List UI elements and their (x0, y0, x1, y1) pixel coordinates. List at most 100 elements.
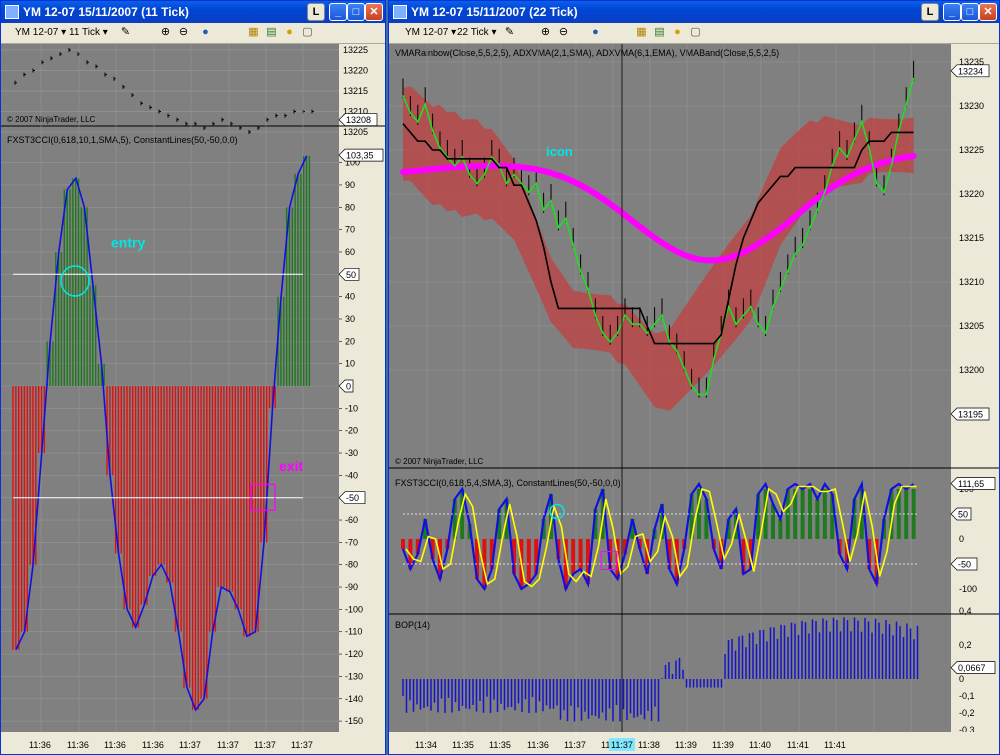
cci-tick-label: 30 (345, 314, 355, 324)
bop-tick-label: -0,1 (959, 691, 975, 701)
price-tick-label: 13205 (343, 127, 368, 137)
strategy-icon[interactable]: ▤ (265, 26, 278, 39)
price-tick-label: 13230 (959, 101, 984, 111)
low-badge: 13195 (958, 410, 983, 420)
cci-tick-label: 40 (345, 292, 355, 302)
left-chart-window[interactable]: YM 12-07 15/11/2007 (11 Tick) L _ □ ✕ YM… (0, 0, 386, 755)
price-tick-label: 13220 (959, 189, 984, 199)
link-button[interactable]: L (921, 3, 939, 21)
cci-tick-label: 90 (345, 180, 355, 190)
time-tick-label: 11:41 (824, 740, 846, 750)
time-tick-label: 11:37 (217, 740, 239, 750)
minimize-button[interactable]: _ (943, 3, 961, 21)
close-button[interactable]: ✕ (979, 3, 997, 21)
cci-tick-label: -110 (345, 627, 362, 637)
bop-tick-label: 0,4 (959, 606, 972, 616)
link-button[interactable]: L (307, 3, 325, 21)
cci-tick-label: -120 (345, 649, 363, 659)
cci-tick-label: -70 (345, 537, 358, 547)
draw-pen-icon[interactable]: ✎ (503, 26, 516, 39)
time-tick-label: 11:34 (415, 740, 437, 750)
time-tick-label: 11:37 (291, 740, 313, 750)
zoom-in-icon[interactable]: ⊕ (159, 26, 172, 39)
minimize-button[interactable]: _ (329, 3, 347, 21)
cci-tick-label: -100 (345, 604, 363, 614)
right-title-bar[interactable]: YM 12-07 15/11/2007 (22 Tick) L _ □ ✕ (389, 1, 999, 23)
time-tick-label: 11:35 (489, 740, 511, 750)
price-tick-label: 13220 (343, 66, 368, 76)
left-toolbar: YM 12-07 ▾ 11 Tick ▾ ✎ ⊕ ⊖ ● ▦ ▤ ● ▢ (1, 23, 385, 44)
cci-tick-label: -30 (345, 448, 358, 458)
strategy-icon[interactable]: ▤ (653, 26, 666, 39)
period-selector[interactable]: 11 Tick ▾ (67, 25, 110, 40)
time-tick-label: 11:37 (179, 740, 201, 750)
cci-badge: 111,65 (958, 479, 984, 489)
line-0-badge: 0 (346, 382, 351, 392)
indicator-label: FXST3CCI(0,618,10,1,SMA,5), ConstantLine… (7, 135, 238, 145)
time-tick-label: 11:36 (527, 740, 549, 750)
maximize-button[interactable]: □ (961, 3, 979, 21)
zoom-in-icon[interactable]: ⊕ (539, 26, 552, 39)
globe-icon[interactable]: ● (199, 26, 212, 39)
period-selector[interactable]: 22 Tick ▾ (455, 25, 499, 40)
cci-tick-label: -20 (345, 426, 358, 436)
entry-annotation: entry (111, 234, 145, 250)
price-tick-label: 13215 (343, 86, 368, 96)
bop-tick-label: 0,2 (959, 640, 972, 650)
instrument-selector[interactable]: YM 12-07 ▾ (403, 25, 458, 40)
maximize-button[interactable]: □ (347, 3, 365, 21)
close-button[interactable]: ✕ (365, 3, 383, 21)
cci-minus50-badge: -50 (958, 560, 971, 570)
left-chart-svg[interactable]: 132251322013215132101320513208© 2007 Nin… (1, 44, 385, 755)
chart-app-icon (393, 5, 407, 19)
copyright: © 2007 NinjaTrader, LLC (7, 115, 96, 124)
cci-50-badge: 50 (958, 510, 968, 520)
right-chart-svg[interactable]: VMARainbow(Close,5,5,2,5), ADXVMA(2,1,SM… (389, 44, 999, 755)
globe-icon[interactable]: ● (589, 26, 602, 39)
right-window-title: YM 12-07 15/11/2007 (22 Tick) (411, 5, 578, 19)
cci-tick-label: -140 (345, 694, 363, 704)
time-tick-label: 11:38 (638, 740, 660, 750)
cursor-time-badge: 11:37 (611, 740, 633, 750)
bop-tick-label: 0 (959, 674, 964, 684)
cci-tick-label: -150 (345, 716, 363, 726)
properties-icon[interactable]: ▢ (301, 26, 314, 39)
cci-badge: 103,35 (346, 151, 374, 161)
coin-icon[interactable]: ● (283, 26, 296, 39)
time-tick-label: 11:36 (104, 740, 126, 750)
cci-tick-label: -90 (345, 582, 358, 592)
price-badge: 13208 (346, 115, 371, 125)
indicator-label: VMARainbow(Close,5,5,2,5), ADXVMA(2,1,SM… (395, 48, 779, 58)
right-chart-window[interactable]: YM 12-07 15/11/2007 (22 Tick) L _ □ ✕ YM… (388, 0, 1000, 755)
indicator-icon[interactable]: ▦ (247, 26, 260, 39)
right-chart-area[interactable]: VMARainbow(Close,5,5,2,5), ADXVMA(2,1,SM… (389, 44, 999, 754)
icon-annotation: icon (546, 144, 573, 159)
instrument-selector[interactable]: YM 12-07 ▾ (13, 25, 68, 40)
price-tick-label: 13215 (959, 233, 984, 243)
draw-pen-icon[interactable]: ✎ (119, 26, 132, 39)
cci-tick-label: -100 (959, 584, 977, 594)
left-title-bar[interactable]: YM 12-07 15/11/2007 (11 Tick) L _ □ ✕ (1, 1, 385, 23)
indicator-icon[interactable]: ▦ (635, 26, 648, 39)
time-tick-label: 11:37 (254, 740, 276, 750)
time-tick-label: 11:39 (712, 740, 734, 750)
price-tick-label: 13225 (343, 45, 368, 55)
right-toolbar: YM 12-07 ▾ 22 Tick ▾ ✎ ⊕ ⊖ ● ▦ ▤ ● ▢ (389, 23, 999, 44)
cci-tick-label: -40 (345, 470, 358, 480)
cci-tick-label: 20 (345, 336, 355, 346)
zoom-out-icon[interactable]: ⊖ (557, 26, 570, 39)
zoom-out-icon[interactable]: ⊖ (177, 26, 190, 39)
bop-label: BOP(14) (395, 620, 430, 630)
bop-badge: 0,0667 (958, 663, 986, 673)
left-chart-area[interactable]: 13225 13220 13215 13210 13205 13208 © 2007 Nin… (1, 44, 385, 754)
cci-tick-label: 70 (345, 225, 355, 235)
cci-tick-label: -80 (345, 560, 358, 570)
left-window-title: YM 12-07 15/11/2007 (11 Tick) (23, 5, 189, 19)
cci-tick-label: -10 (345, 403, 358, 413)
properties-icon[interactable]: ▢ (689, 26, 702, 39)
chart-app-icon (5, 5, 19, 19)
time-tick-label: 11:36 (67, 740, 89, 750)
time-tick-label: 11:36 (142, 740, 164, 750)
coin-icon[interactable]: ● (671, 26, 684, 39)
line-minus50-badge: -50 (346, 493, 359, 503)
